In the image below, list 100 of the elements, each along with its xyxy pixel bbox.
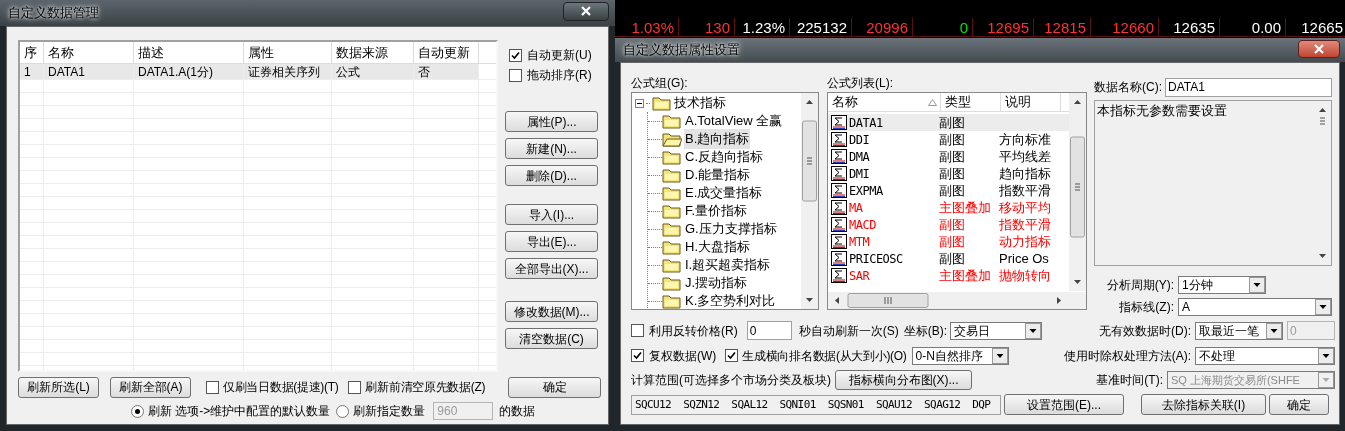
formula-icon (831, 132, 847, 147)
tree-item[interactable]: K.多空势利对比 (684, 291, 777, 309)
formula-name: SAR (848, 267, 871, 285)
tree-item[interactable]: B.趋向指标 (684, 129, 751, 149)
checkbox[interactable] (631, 324, 644, 337)
list-row[interactable]: DATA1 副图 (828, 114, 1069, 131)
scrollbar[interactable] (801, 93, 818, 309)
button[interactable]: 新建(N)... (505, 138, 598, 159)
column-header[interactable]: 说明 (1001, 93, 1061, 111)
folder-icon (662, 185, 682, 201)
button[interactable]: 全部导出(X)... (505, 258, 598, 279)
tree-item[interactable]: I.超买超卖指标 (684, 255, 772, 275)
formula-description: 方向标准 (999, 130, 1051, 149)
confirm-button[interactable]: 确定 (1269, 394, 1329, 415)
parameter-text: 本指标无参数需要设置 (1096, 102, 1228, 120)
dropdown[interactable]: 0-N自然排序 (911, 346, 1009, 365)
checkbox[interactable] (348, 380, 362, 394)
checkbox-label: 生成横向排名数据(从大到小)(O) (742, 347, 907, 365)
button[interactable]: 导出(E)... (505, 231, 598, 252)
button[interactable]: 属性(P)... (505, 111, 598, 132)
formula-icon (831, 268, 847, 283)
ticker-value: 1.23% (742, 18, 785, 36)
button[interactable]: 刷新全部(A) (110, 376, 191, 398)
caret-icon (1266, 322, 1282, 339)
caret-icon (1318, 372, 1334, 388)
checkbox[interactable] (206, 380, 219, 394)
tree-item[interactable]: C.反趋向指标 (684, 147, 764, 167)
label: 使用时除权处理方法(A): (1063, 347, 1191, 365)
dropdown[interactable]: 1分钟 (1178, 275, 1266, 294)
radio-label: 刷新 选项->维护中配置的默认数量 (148, 403, 331, 420)
button[interactable]: 删除(D)... (505, 165, 598, 186)
tree-item[interactable]: A.TotalView 全赢 (684, 111, 784, 131)
window-title: 自定义数据管理 (8, 4, 99, 23)
radio-button[interactable] (336, 404, 350, 418)
tree-item[interactable]: F.量价指标 (684, 201, 749, 221)
checkbox[interactable] (509, 68, 522, 82)
close-button[interactable] (1298, 40, 1340, 58)
dropdown[interactable]: 不处理 (1195, 346, 1335, 365)
caret-icon (1025, 322, 1041, 339)
formula-icon (831, 251, 847, 266)
folder-icon (662, 149, 682, 165)
check-icon (511, 50, 520, 60)
table-cell: 否 (418, 64, 430, 79)
seconds-field[interactable]: 0 (746, 321, 792, 340)
label: 无有效数据时(D): (1099, 322, 1191, 340)
table-row[interactable]: 1 DATA1 DATA1.A(1分) 证券相关序列 公式 否 (20, 64, 496, 80)
tree-item[interactable]: D.能量指标 (684, 165, 751, 185)
formula-type: 副图 (939, 249, 966, 268)
dropdown[interactable]: 交易日 (950, 321, 1042, 340)
button[interactable]: 清空数据(C) (505, 328, 598, 349)
formula-name: PRICEOSC (848, 250, 904, 268)
tree-item[interactable]: G.压力支撑指标 (684, 219, 778, 239)
column-header[interactable]: 名称 (828, 93, 941, 111)
button[interactable]: 导入(I)... (505, 204, 598, 225)
range-field[interactable]: SQCU12 SQZN12 SQAL12 SQNI01 SQSN01 SQAU12 SQAG12 DQP (631, 394, 1001, 415)
ticker-value: 20996 (866, 18, 908, 36)
button[interactable]: 修改数据(M)... (505, 301, 598, 322)
button[interactable]: 指标横向分布图(X)... (835, 370, 972, 390)
folder-icon (662, 275, 682, 291)
checkbox-label: 复权数据(W) (649, 347, 717, 365)
dropdown[interactable]: 取最近一笔 (1195, 321, 1283, 340)
ticker-value: 12815 (1044, 18, 1086, 36)
confirm-button[interactable]: 确定 (508, 376, 601, 398)
formula-icon (831, 115, 847, 130)
formula-type: 副图 (939, 164, 966, 183)
label: 秒自动刷新一次(S) (798, 322, 899, 340)
formula-name: DMA (848, 148, 871, 166)
checkbox[interactable] (631, 349, 644, 362)
label: 公式列表(L): (827, 75, 894, 92)
caret-icon (991, 347, 1008, 364)
formula-type: 副图 (939, 181, 966, 200)
formula-description: 动力指标 (999, 232, 1051, 251)
radio-button[interactable] (131, 404, 144, 418)
formula-description: 平均线差 (999, 147, 1051, 166)
formula-name: DDI (848, 131, 871, 149)
tree-item[interactable]: J.摆动指标 (684, 273, 749, 293)
button[interactable]: 刷新所选(L) (18, 376, 99, 398)
column-header[interactable]: 类型 (941, 93, 1001, 111)
collapse-icon[interactable] (635, 98, 644, 108)
tree-item[interactable]: H.大盘指标 (684, 237, 751, 257)
folder-icon (662, 293, 682, 309)
check-icon (727, 351, 737, 360)
scrollbar[interactable] (1069, 93, 1086, 291)
tree-item[interactable]: 技术指标 (674, 93, 726, 113)
button[interactable]: 去除指标关联(I) (1141, 394, 1266, 415)
folder-icon (662, 239, 682, 255)
ticker-value: 12660 (1112, 18, 1154, 36)
tree-item[interactable]: E.成交量指标 (684, 183, 764, 203)
close-button[interactable] (563, 1, 609, 21)
formula-icon (831, 234, 847, 249)
formula-name: MACD (848, 216, 877, 234)
folder-icon (662, 113, 682, 129)
button[interactable]: 设置范围(E)... (1004, 394, 1124, 415)
checkbox-label: 利用反转价格(R) (649, 322, 738, 340)
checkbox[interactable] (725, 349, 739, 362)
formula-name: DMI (848, 165, 871, 183)
dropdown[interactable]: A (1178, 297, 1332, 316)
formula-description: Price Os (999, 249, 1049, 268)
name-field[interactable]: DATA1 (1165, 77, 1332, 97)
checkbox[interactable] (509, 48, 522, 62)
